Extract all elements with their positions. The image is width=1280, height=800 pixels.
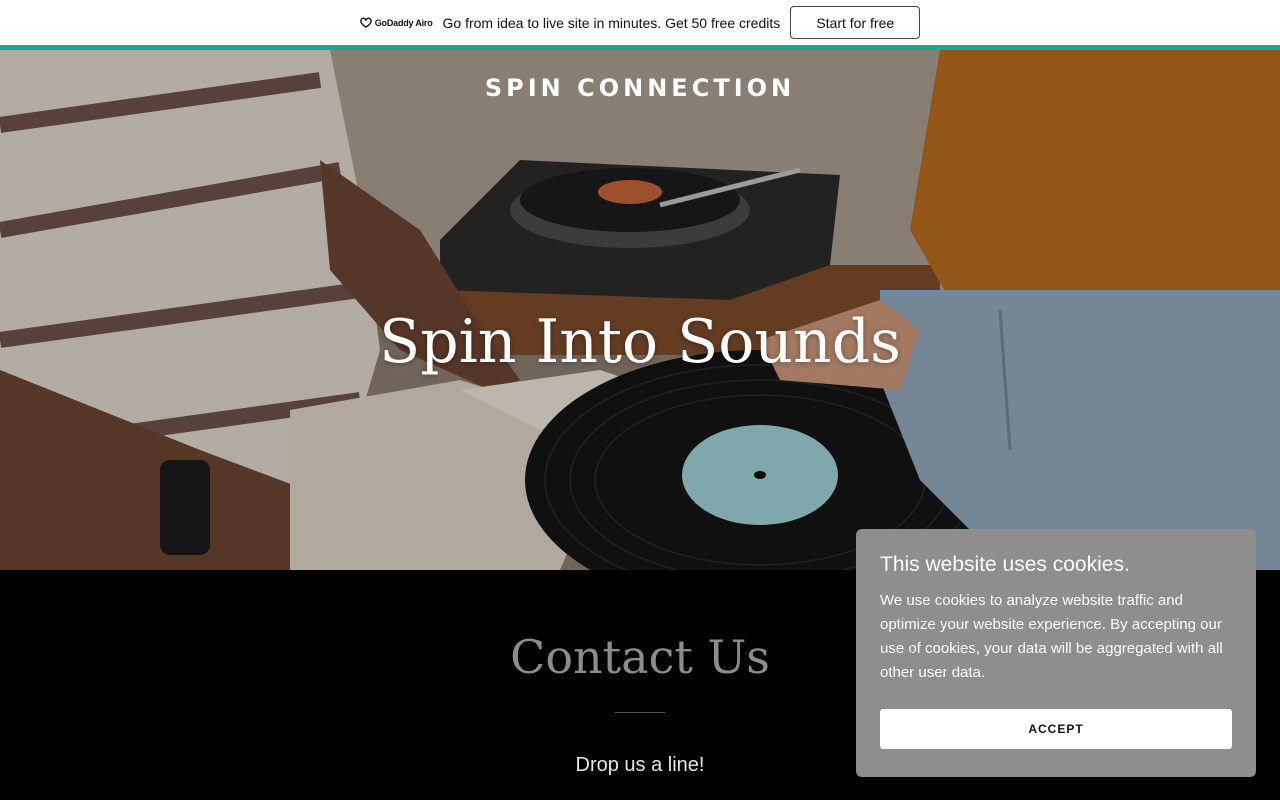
godaddy-logo[interactable]: GoDaddy Airo (359, 17, 433, 28)
hero-heading: Spin Into Sounds (379, 307, 901, 377)
godaddy-logo-icon (359, 17, 372, 28)
promo-banner: GoDaddy Airo Go from idea to live site i… (0, 0, 1280, 45)
cookie-banner: This website uses cookies. We use cookie… (856, 529, 1256, 777)
promo-message: Go from idea to live site in minutes. Ge… (442, 14, 781, 31)
godaddy-logo-text: GoDaddy Airo (374, 17, 433, 28)
accept-cookies-button[interactable]: ACCEPT (880, 709, 1232, 749)
cookie-title: This website uses cookies. (880, 553, 1130, 576)
cookie-body: We use cookies to analyze website traffi… (880, 592, 1223, 681)
hero-section: SPIN CONNECTION Spin Into Sounds (0, 50, 1280, 570)
start-for-free-button[interactable]: Start for free (790, 6, 921, 39)
site-title[interactable]: SPIN CONNECTION (0, 74, 1280, 102)
contact-divider (615, 712, 665, 713)
